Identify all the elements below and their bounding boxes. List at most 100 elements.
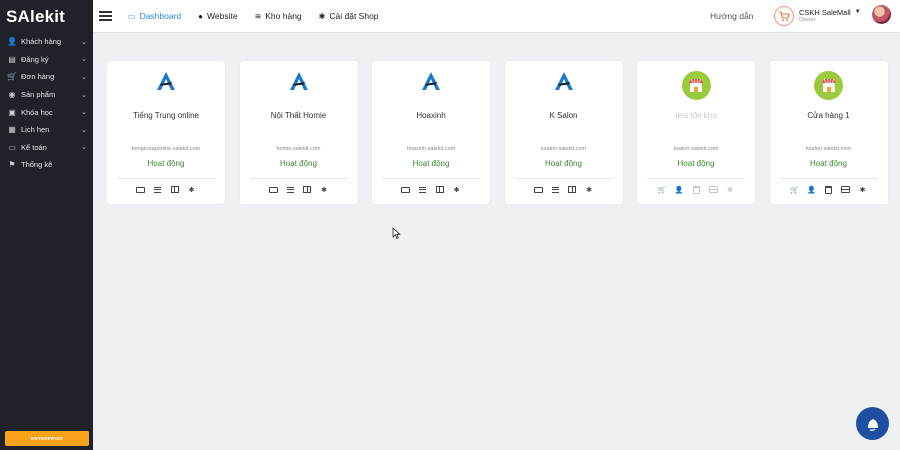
keyboard-icon[interactable] — [136, 185, 146, 194]
salekit-logo-icon — [157, 72, 175, 90]
shop-status: Hoạt động — [810, 159, 847, 168]
sidebar-item[interactable]: ⚑ Thống kê — [0, 156, 93, 174]
sidebar: S Alekit 👤 Khách hàng ⌄ ▤ Đăng ký ⌄ 🛒 Đơn hàng ⌄ ◉… — [0, 0, 93, 450]
sidebar-item[interactable]: ▤ Đăng ký ⌄ — [0, 51, 93, 69]
account-menu[interactable]: CSKH SaleMall ▼ Owner — [774, 6, 861, 26]
avatar[interactable] — [872, 5, 891, 24]
gear-icon[interactable]: ✱ — [858, 185, 868, 194]
shop-tools: ✱ — [505, 185, 623, 194]
shop-status: Hoạt động — [545, 159, 582, 168]
divider — [249, 178, 348, 179]
credit-card-icon[interactable] — [841, 185, 851, 194]
columns-icon[interactable] — [170, 185, 180, 194]
shop-domain[interactable]: homie.salekit.com — [240, 146, 358, 152]
columns-icon[interactable] — [567, 185, 577, 194]
shop-tools: 🛒 👤 ✱ — [770, 185, 888, 194]
list-icon[interactable] — [153, 185, 163, 194]
shop-name[interactable]: Tiếng Trung online — [107, 111, 225, 120]
nav-item[interactable]: ≋ Kho hàng — [255, 11, 302, 21]
register-icon: ▤ — [8, 54, 16, 64]
divider — [514, 178, 613, 179]
nav-item[interactable]: ▭ Dashboard — [128, 11, 181, 21]
shop-cart-icon — [774, 6, 794, 26]
nav-item[interactable]: ✱ Cài đặt Shop — [319, 11, 379, 21]
shop-name[interactable]: Cửa hàng 1 — [770, 111, 888, 120]
calendar-icon[interactable] — [824, 185, 834, 194]
shop-logo — [505, 71, 623, 91]
shop-name[interactable]: Nội Thất Homie — [240, 111, 358, 120]
app-logo[interactable]: S Alekit — [0, 0, 93, 33]
list-icon[interactable] — [550, 185, 560, 194]
caret-down-icon: ▼ — [854, 9, 861, 16]
gear-icon[interactable]: ✱ — [319, 185, 329, 194]
credit-card-icon[interactable] — [708, 185, 718, 194]
sidebar-item[interactable]: ▦ Lịch hẹn ⌄ — [0, 121, 93, 139]
enterprise-button[interactable]: ENTERPRISE — [5, 431, 89, 446]
keyboard-icon[interactable] — [268, 185, 278, 194]
shop-domain[interactable]: ksalon.salekit.com — [770, 146, 888, 152]
nav-item-label: Kho hàng — [265, 11, 302, 21]
list-icon[interactable] — [418, 185, 428, 194]
nav-item-label: Cài đặt Shop — [329, 11, 379, 21]
sidebar-item[interactable]: ▭ Kế toán ⌄ — [0, 139, 93, 157]
columns-icon[interactable] — [302, 185, 312, 194]
shop-card-list: Tiếng Trung online tiengtrungonline.salek… — [107, 61, 888, 204]
shop-logo — [107, 71, 225, 91]
shop-card[interactable]: test tồn kho ksalon.salekit.com Hoạt động … — [637, 61, 755, 204]
layers-icon: ≋ — [254, 11, 262, 21]
sidebar-item-label: Đơn hàng — [21, 72, 55, 82]
shop-card[interactable]: Cửa hàng 1 ksalon.salekit.com Hoạt động 🛒 … — [769, 61, 888, 204]
columns-icon[interactable] — [435, 185, 445, 194]
shop-card[interactable]: K Salon ksalon.salekit.com Hoạt động ✱ — [504, 61, 623, 204]
chevron-down-icon: ⌄ — [81, 73, 87, 81]
sidebar-item[interactable]: 👤 Khách hàng ⌄ — [0, 33, 93, 51]
sidebar-item-label: Kế toán — [21, 142, 47, 152]
keyboard-icon[interactable] — [401, 185, 411, 194]
guide-link[interactable]: Hướng dẫn — [710, 11, 753, 21]
gear-icon[interactable]: ✱ — [725, 185, 735, 194]
chat-widget-button[interactable] — [856, 407, 889, 440]
shop-status: Hoạt động — [412, 159, 450, 168]
globe-icon: ● — [198, 11, 203, 21]
sidebar-item[interactable]: ◉ Sản phẩm ⌄ — [0, 86, 93, 104]
shop-card[interactable]: Nội Thất Homie homie.salekit.com Hoạt động… — [239, 61, 358, 204]
gear-icon[interactable]: ✱ — [584, 185, 594, 194]
gear-icon: ✱ — [318, 11, 326, 21]
salekit-logo-icon — [289, 72, 308, 90]
shop-status: Hoạt động — [147, 159, 185, 168]
shop-status: Hoạt động — [677, 159, 715, 168]
chevron-down-icon: ⌄ — [81, 56, 87, 64]
sidebar-item-label: Khóa học — [21, 107, 53, 117]
calendar-icon[interactable] — [691, 185, 701, 194]
shop-card[interactable]: Tiếng Trung online tiengtrungonline.salek… — [107, 61, 225, 204]
user-icon[interactable]: 👤 — [674, 185, 684, 194]
cart-icon[interactable]: 🛒 — [657, 185, 667, 194]
shop-name[interactable]: test tồn kho — [637, 111, 755, 120]
shop-domain[interactable]: ksalon.salekit.com — [637, 146, 755, 152]
shop-domain[interactable]: hoaxinh.salekit.com — [372, 146, 490, 152]
shop-card[interactable]: Hoaxinh hoaxinh.salekit.com Hoạt động ✱ — [372, 61, 490, 204]
keyboard-icon[interactable] — [533, 185, 543, 194]
shop-name[interactable]: Hoaxinh — [372, 111, 490, 120]
cart-icon[interactable]: 🛒 — [790, 185, 800, 194]
sidebar-item[interactable]: 🛒 Đơn hàng ⌄ — [0, 68, 93, 86]
gear-icon[interactable]: ✱ — [187, 185, 197, 194]
chevron-down-icon: ⌄ — [81, 126, 87, 134]
gear-icon[interactable]: ✱ — [452, 185, 462, 194]
sidebar-item[interactable]: ▣ Khóa học ⌄ — [0, 103, 93, 121]
sidebar-item-label: Sản phẩm — [21, 90, 56, 100]
shop-logo — [372, 71, 490, 91]
menu-toggle-icon[interactable] — [99, 11, 112, 21]
shop-name[interactable]: K Salon — [505, 111, 623, 120]
shop-domain[interactable]: tiengtrungonline.salekit.com — [107, 146, 225, 152]
shop-domain[interactable]: ksalon.salekit.com — [505, 146, 623, 152]
list-icon[interactable] — [285, 185, 295, 194]
user-icon[interactable]: 👤 — [807, 185, 817, 194]
chevron-down-icon: ⌄ — [81, 38, 87, 46]
top-bar: ▭ Dashboard ● Website ≋ Kho hàng ✱ Cài đặt Shop… — [93, 0, 900, 33]
nav-item[interactable]: ● Website — [198, 11, 237, 21]
sidebar-menu: 👤 Khách hàng ⌄ ▤ Đăng ký ⌄ 🛒 Đơn hàng ⌄ ◉ Sản phẩm… — [0, 33, 93, 174]
shop-tools: ✱ — [372, 185, 490, 194]
shop-logo — [770, 71, 888, 100]
account-name: CSKH SaleMall — [799, 7, 851, 17]
